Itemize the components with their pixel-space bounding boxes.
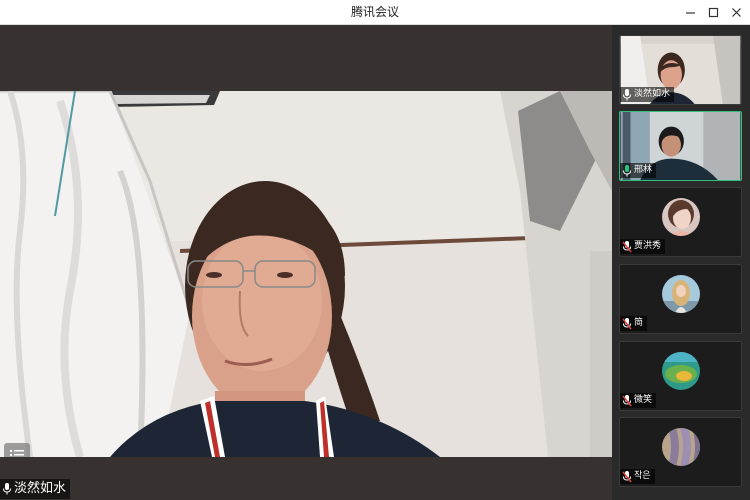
- microphone-muted-icon: [622, 317, 632, 329]
- title-bar: 腾讯会议: [0, 0, 750, 25]
- speaker-name-tag: 淡然如水: [0, 479, 71, 499]
- participant-label: 작은: [620, 469, 655, 484]
- microphone-icon: [3, 483, 11, 495]
- participant-label: 微笑: [620, 393, 657, 408]
- microphone-muted-icon: [622, 394, 632, 406]
- microphone-muted-icon: [622, 240, 632, 252]
- participant-tile[interactable]: 淡然如水: [619, 35, 742, 105]
- participant-tile[interactable]: 微笑: [619, 341, 742, 411]
- minimize-button[interactable]: [680, 3, 700, 22]
- minimize-icon: [685, 12, 695, 14]
- participant-avatar: [662, 428, 700, 466]
- maximize-button[interactable]: [703, 3, 723, 22]
- speaker-name: 淡然如水: [14, 481, 67, 496]
- microphone-active-icon: [623, 164, 631, 176]
- participant-tile[interactable]: 贾洪秀: [619, 187, 742, 257]
- participant-tile[interactable]: 작은: [619, 417, 742, 487]
- list-icon: [10, 450, 24, 456]
- microphone-icon: [623, 88, 631, 100]
- participant-sidebar: 淡然如水 邢林 贾洪秀 简 微笑 작은: [612, 25, 750, 500]
- participant-name: 邢林: [634, 165, 653, 175]
- speaker-video-image: [0, 91, 612, 457]
- close-button[interactable]: [726, 3, 746, 22]
- participant-tile[interactable]: 邢林: [619, 111, 742, 181]
- participant-avatar: [662, 352, 700, 390]
- participant-name: 贾洪秀: [634, 241, 662, 251]
- participant-avatar: [662, 198, 700, 236]
- participant-name: 淡然如水: [634, 89, 671, 99]
- participant-tile[interactable]: 简: [619, 264, 742, 334]
- participant-label: 邢林: [620, 163, 657, 178]
- microphone-muted-icon: [622, 470, 632, 482]
- speaker-video-feed: [0, 91, 612, 457]
- participant-name: 简: [634, 318, 644, 328]
- window-title: 腾讯会议: [350, 5, 399, 19]
- participant-label: 简: [620, 316, 648, 331]
- participant-avatar: [662, 275, 700, 313]
- close-icon: [731, 8, 741, 17]
- participant-name: 작은: [634, 471, 651, 481]
- participant-label: 淡然如水: [620, 87, 675, 102]
- participant-name: 微笑: [634, 395, 653, 405]
- maximize-icon: [708, 7, 718, 18]
- member-list-button[interactable]: [4, 443, 30, 457]
- main-video-area[interactable]: 淡然如水: [0, 25, 612, 500]
- participant-label: 贾洪秀: [620, 239, 666, 254]
